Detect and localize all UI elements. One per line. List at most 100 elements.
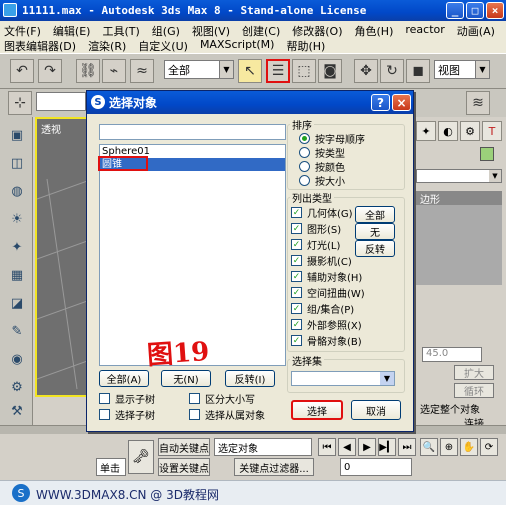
current-frame-field[interactable]: 0	[340, 458, 412, 476]
move-icon[interactable]: ✥	[354, 59, 378, 83]
menu-item[interactable]: 渲染(R)	[88, 38, 126, 53]
material-icon[interactable]: ◉	[6, 349, 28, 369]
object-color-swatch[interactable]	[480, 147, 494, 161]
menu-item[interactable]: 工具(T)	[102, 23, 139, 38]
settings-icon[interactable]: ⚙	[6, 377, 28, 397]
light-icon[interactable]: ☀	[6, 209, 28, 229]
goto-start-icon[interactable]: ⏮	[318, 438, 336, 456]
modifier-stack-item[interactable]: 边形	[416, 191, 502, 206]
list-type-checkbox[interactable]: ✓ 空间扭曲(W)	[291, 285, 365, 300]
orbit-icon[interactable]: ⟳	[480, 438, 498, 456]
bone-icon[interactable]: ✦	[6, 237, 28, 257]
sort-option[interactable]: 按大小	[299, 173, 345, 188]
maximize-button[interactable]: □	[466, 2, 484, 19]
select-children-checkbox[interactable]: 选择子树	[99, 407, 155, 422]
loop-button[interactable]: 循环	[454, 383, 494, 398]
types-all-button[interactable]: 全部	[355, 206, 395, 223]
menu-item[interactable]: 修改器(O)	[292, 23, 342, 38]
sphere-icon[interactable]: ◍	[6, 181, 28, 201]
minimize-button[interactable]: _	[446, 2, 464, 19]
select-invert-button[interactable]: 反转(I)	[225, 370, 275, 387]
hierarchy-tab-icon[interactable]: ⚙	[460, 121, 480, 141]
helper-icon[interactable]: ✎	[6, 321, 28, 341]
grid-icon[interactable]: ▦	[6, 265, 28, 285]
types-none-button[interactable]: 无	[355, 223, 395, 240]
list-type-checkbox[interactable]: ✓ 外部参照(X)	[291, 317, 362, 332]
zoom-icon[interactable]: 🔍	[420, 438, 438, 456]
select-none-button[interactable]: 无(N)	[161, 370, 211, 387]
link-icon[interactable]: ⛓	[76, 59, 100, 83]
utilities-tab-icon[interactable]: T	[482, 121, 502, 141]
dialog-close-button[interactable]: ×	[392, 94, 411, 111]
sort-option[interactable]: 按颜色	[299, 159, 345, 174]
shapes-icon[interactable]: ◪	[6, 293, 28, 313]
play-icon[interactable]: ▶	[358, 438, 376, 456]
select-button[interactable]: 选择	[291, 400, 343, 420]
menu-item[interactable]: 角色(H)	[355, 23, 394, 38]
create-tab-icon[interactable]: ✦	[416, 121, 436, 141]
rectangle-region-icon[interactable]: ⬚	[292, 59, 316, 83]
auto-key-button[interactable]: 自动关键点	[158, 438, 210, 456]
modifier-list-select[interactable]: ▼	[416, 169, 502, 183]
menu-item[interactable]: MAXScript(M)	[200, 38, 275, 53]
bind-spacewarp-icon[interactable]: ≈	[130, 59, 154, 83]
menu-item[interactable]: 创建(C)	[242, 23, 280, 38]
set-key-button[interactable]: 设置关键点	[158, 458, 210, 476]
list-type-checkbox[interactable]: ✓ 组/集合(P)	[291, 301, 354, 316]
list-type-checkbox[interactable]: ✓ 图形(S)	[291, 221, 341, 236]
object-search-input[interactable]	[99, 124, 286, 140]
window-crossing-icon[interactable]: ◙	[318, 59, 342, 83]
dialog-help-button[interactable]: ?	[371, 94, 390, 111]
list-type-checkbox[interactable]: ✓ 辅助对象(H)	[291, 269, 362, 284]
key-mode-select[interactable]: 选定对象	[214, 438, 312, 456]
sort-option[interactable]: 按类型	[299, 145, 345, 160]
named-selection-field[interactable]	[36, 92, 86, 111]
show-children-checkbox[interactable]: 显示子树	[99, 391, 155, 406]
list-type-checkbox[interactable]: ✓ 摄影机(C)	[291, 253, 352, 268]
set-key-icon[interactable]: 🗝	[128, 440, 154, 474]
redo-icon[interactable]: ↷	[38, 59, 62, 83]
menu-item[interactable]: reactor	[405, 23, 444, 38]
undo-icon[interactable]: ↶	[10, 59, 34, 83]
select-dependents-checkbox[interactable]: 选择从属对象	[189, 407, 265, 422]
menu-item[interactable]: 视图(V)	[192, 23, 230, 38]
zoom-all-icon[interactable]: ⊕	[440, 438, 458, 456]
threshold-field[interactable]: 45.0	[422, 347, 482, 362]
reference-coord-select[interactable]: 视图 ▼	[434, 60, 490, 79]
select-all-button[interactable]: 全部(A)	[99, 370, 149, 387]
utility-icon[interactable]: ⚒	[6, 401, 28, 421]
sort-option[interactable]: 按字母顺序	[299, 131, 365, 146]
pan-icon[interactable]: ✋	[460, 438, 478, 456]
menu-item[interactable]: 编辑(E)	[53, 23, 91, 38]
cancel-button[interactable]: 取消	[351, 400, 401, 420]
box-icon[interactable]: ▣	[6, 125, 28, 145]
menu-item[interactable]: 帮助(H)	[286, 38, 325, 53]
modify-tab-icon[interactable]: ◐	[438, 121, 458, 141]
scale-icon[interactable]: ◼	[406, 59, 430, 83]
types-invert-button[interactable]: 反转	[355, 240, 395, 257]
goto-end-icon[interactable]: ⏭	[398, 438, 416, 456]
unlink-icon[interactable]: ⌁	[102, 59, 126, 83]
menu-item[interactable]: 图表编辑器(D)	[4, 38, 76, 53]
menu-item[interactable]: 文件(F)	[4, 23, 41, 38]
menu-item[interactable]: 组(G)	[152, 23, 180, 38]
layer-icon[interactable]: ≋	[466, 91, 490, 115]
next-frame-icon[interactable]: ▶▎	[378, 438, 396, 456]
list-type-checkbox[interactable]: ✓ 骨骼对象(B)	[291, 333, 362, 348]
select-object-icon[interactable]: ↖	[238, 59, 262, 83]
selection-set-select[interactable]: ▼	[291, 371, 395, 386]
close-button[interactable]: ×	[486, 2, 504, 19]
prev-frame-icon[interactable]: ◀	[338, 438, 356, 456]
select-by-name-icon[interactable]: ☰	[266, 59, 290, 83]
grow-button[interactable]: 扩大	[454, 365, 494, 380]
list-type-checkbox[interactable]: ✓ 灯光(L)	[291, 237, 340, 252]
menu-item[interactable]: 自定义(U)	[138, 38, 188, 53]
cylinder-icon[interactable]: ◫	[6, 153, 28, 173]
key-filters-button[interactable]: 关键点过滤器...	[234, 458, 314, 476]
case-sensitive-checkbox[interactable]: 区分大小写	[189, 391, 255, 406]
snap-icon[interactable]: ⊹	[8, 91, 32, 115]
rotate-icon[interactable]: ↻	[380, 59, 404, 83]
list-type-checkbox[interactable]: ✓ 几何体(G)	[291, 205, 353, 220]
selection-filter-select[interactable]: 全部 ▼	[164, 60, 234, 79]
menu-item[interactable]: 动画(A)	[457, 23, 495, 38]
